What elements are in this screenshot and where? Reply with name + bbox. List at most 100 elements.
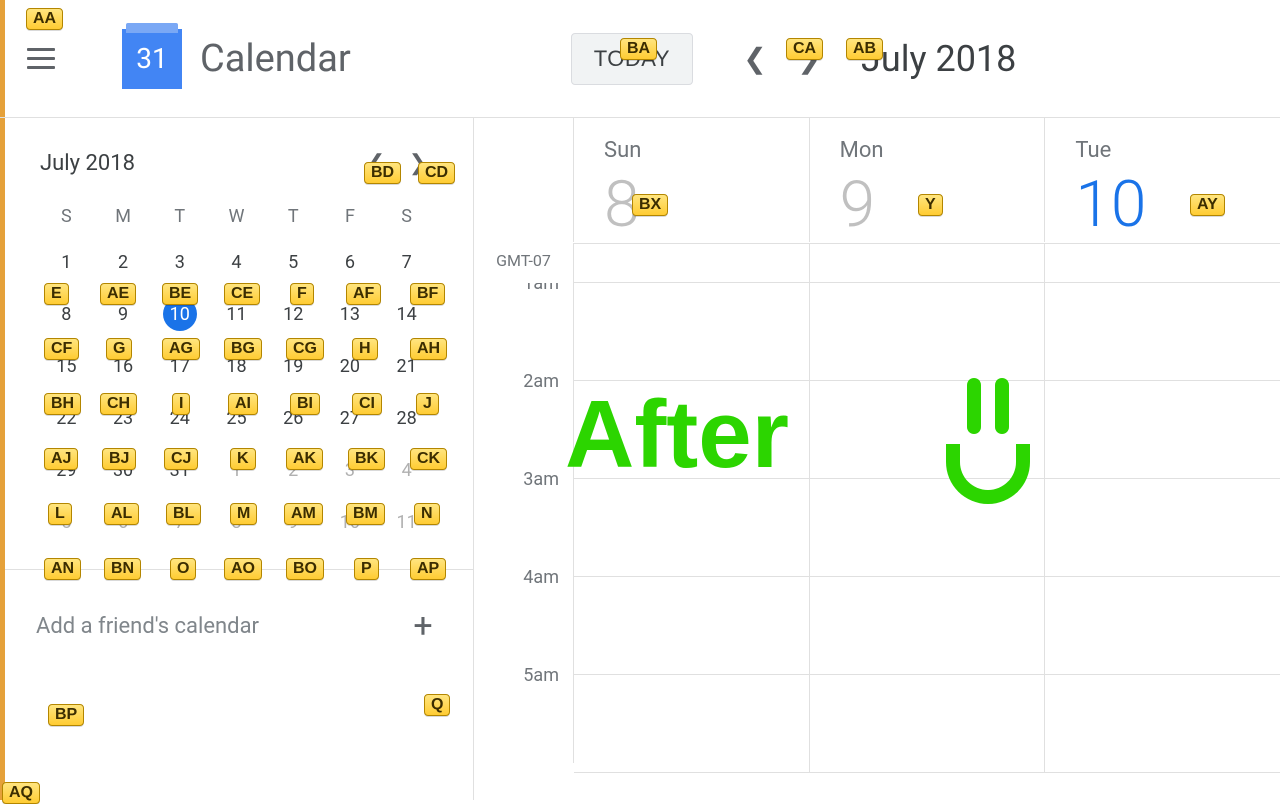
hint-BI: BI <box>290 393 320 415</box>
hint-BN: BN <box>104 558 141 580</box>
hint-CG: CG <box>286 338 324 360</box>
hint-L: L <box>48 503 72 525</box>
allday-slot[interactable] <box>574 243 810 283</box>
hint-AN: AN <box>44 558 81 580</box>
hint-CK: CK <box>410 448 447 470</box>
hour-label: 5am <box>474 665 574 763</box>
hint-CI: CI <box>352 393 382 415</box>
day-column-header[interactable]: Tue 10 <box>1045 118 1280 242</box>
hint-G: G <box>106 338 132 360</box>
time-slot[interactable] <box>1045 577 1280 675</box>
hint-BK: BK <box>348 448 385 470</box>
hint-Q: Q <box>424 694 450 716</box>
mini-calendar-day[interactable]: 6 <box>324 245 377 279</box>
hour-label: 2am <box>474 371 574 469</box>
hint-CF: CF <box>44 338 79 360</box>
day-column-header[interactable]: Mon9 <box>810 118 1046 242</box>
overlay-after-text: After <box>565 380 789 490</box>
mini-calendar: July 2018 ❮ ❯ SMTWTFS1234567891011121314… <box>0 118 473 549</box>
hint-AY: AY <box>1190 194 1225 216</box>
hint-AM: AM <box>284 503 323 525</box>
hint-AO: AO <box>224 558 262 580</box>
mini-calendar-title: July 2018 <box>40 151 135 176</box>
mini-calendar-day[interactable]: 5 <box>267 245 320 279</box>
time-slot[interactable] <box>1045 479 1280 577</box>
mini-calendar-day[interactable]: 2 <box>97 245 150 279</box>
day-of-week-label: Tue <box>1075 138 1280 163</box>
hint-I: I <box>172 393 190 415</box>
current-period-label: July 2018 <box>861 38 1016 80</box>
time-slot[interactable] <box>1045 283 1280 381</box>
day-of-week-label: Sun <box>604 138 809 163</box>
day-number: 10 <box>1075 167 1280 242</box>
mini-dow-header: M <box>97 206 150 227</box>
hint-BH: BH <box>44 393 81 415</box>
main-menu-button[interactable] <box>20 38 62 80</box>
hint-CA: CA <box>786 38 823 60</box>
hint-CH: CH <box>100 393 137 415</box>
timezone-label: GMT-07 <box>474 243 574 283</box>
hint-AK: AK <box>286 448 323 470</box>
mini-dow-header: T <box>267 206 320 227</box>
hint-AP: AP <box>410 558 446 580</box>
mini-dow-header: S <box>40 206 93 227</box>
hint-AG: AG <box>162 338 200 360</box>
hint-BJ: BJ <box>102 448 136 470</box>
add-calendar-button[interactable]: + <box>403 606 443 646</box>
hint-P: P <box>354 558 379 580</box>
hint-AE: AE <box>100 283 136 305</box>
prev-period-button[interactable]: ❮ <box>733 37 777 81</box>
mini-calendar-day[interactable]: 4 <box>210 245 263 279</box>
hint-AI: AI <box>228 393 258 415</box>
mini-calendar-day[interactable]: 7 <box>380 245 433 279</box>
day-of-week-label: Mon <box>840 138 1045 163</box>
add-friend-calendar-input[interactable]: Add a friend's calendar <box>36 614 259 639</box>
app-title: Calendar <box>200 37 351 81</box>
hint-BF: BF <box>410 283 445 305</box>
allday-slot[interactable] <box>810 243 1046 283</box>
time-slot[interactable] <box>810 577 1046 675</box>
timezone-column-header <box>474 118 574 242</box>
hint-BE: BE <box>162 283 198 305</box>
mini-calendar-day[interactable]: 3 <box>153 245 206 279</box>
overlay-smiley-icon <box>946 378 1030 504</box>
time-slot[interactable] <box>574 675 810 773</box>
window-left-edge <box>0 0 5 800</box>
allday-slot[interactable] <box>1045 243 1280 283</box>
mini-calendar-day[interactable]: 1 <box>40 245 93 279</box>
hint-CE: CE <box>224 283 260 305</box>
hint-AB: AB <box>846 38 883 60</box>
hour-label: 1am <box>474 283 574 371</box>
hint-BX: BX <box>632 194 668 216</box>
hint-BL: BL <box>166 503 201 525</box>
hint-J: J <box>416 393 439 415</box>
hint-K: K <box>230 448 256 470</box>
time-slot[interactable] <box>574 283 810 381</box>
hint-Y: Y <box>918 194 943 216</box>
hint-M: M <box>230 503 257 525</box>
calendar-logo: 31 <box>122 29 182 89</box>
hint-BA: BA <box>620 38 657 60</box>
hint-E: E <box>44 283 69 305</box>
hint-N: N <box>414 503 440 525</box>
time-slot[interactable] <box>574 577 810 675</box>
time-slot[interactable] <box>1045 381 1280 479</box>
hour-label: 4am <box>474 567 574 665</box>
logo-day-number: 31 <box>136 42 167 75</box>
hint-BM: BM <box>346 503 385 525</box>
mini-dow-header: T <box>153 206 206 227</box>
mini-dow-header: W <box>210 206 263 227</box>
hint-BD: BD <box>364 162 401 184</box>
hour-label: 3am <box>474 469 574 567</box>
hint-BG: BG <box>224 338 262 360</box>
time-slot[interactable] <box>574 479 810 577</box>
day-column-header[interactable]: Sun8 <box>574 118 810 242</box>
hint-CD: CD <box>418 162 455 184</box>
time-slot[interactable] <box>810 283 1046 381</box>
hint-AF: AF <box>346 283 381 305</box>
hint-BP: BP <box>48 704 84 726</box>
time-slot[interactable] <box>1045 675 1280 773</box>
mini-dow-header: S <box>380 206 433 227</box>
hint-H: H <box>352 338 378 360</box>
time-slot[interactable] <box>810 675 1046 773</box>
